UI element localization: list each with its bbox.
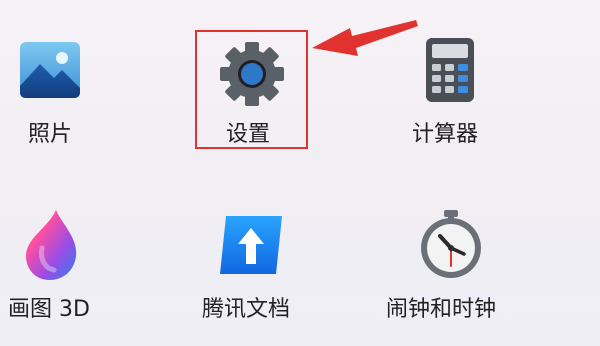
app-label: 画图 3D: [8, 297, 90, 322]
app-label: 腾讯文档: [202, 297, 291, 322]
calculator-icon: [426, 38, 474, 102]
app-label: 计算器: [412, 122, 479, 147]
alarms-clock-icon: [421, 210, 481, 278]
photos-icon: [20, 42, 80, 98]
tencent-docs-icon: [220, 216, 282, 274]
app-label: 闹钟和时钟: [386, 297, 497, 322]
highlight-box: [195, 30, 308, 149]
paint-3d-icon: [26, 210, 77, 280]
arrow-icon: [312, 20, 418, 56]
app-label: 照片: [28, 122, 73, 147]
